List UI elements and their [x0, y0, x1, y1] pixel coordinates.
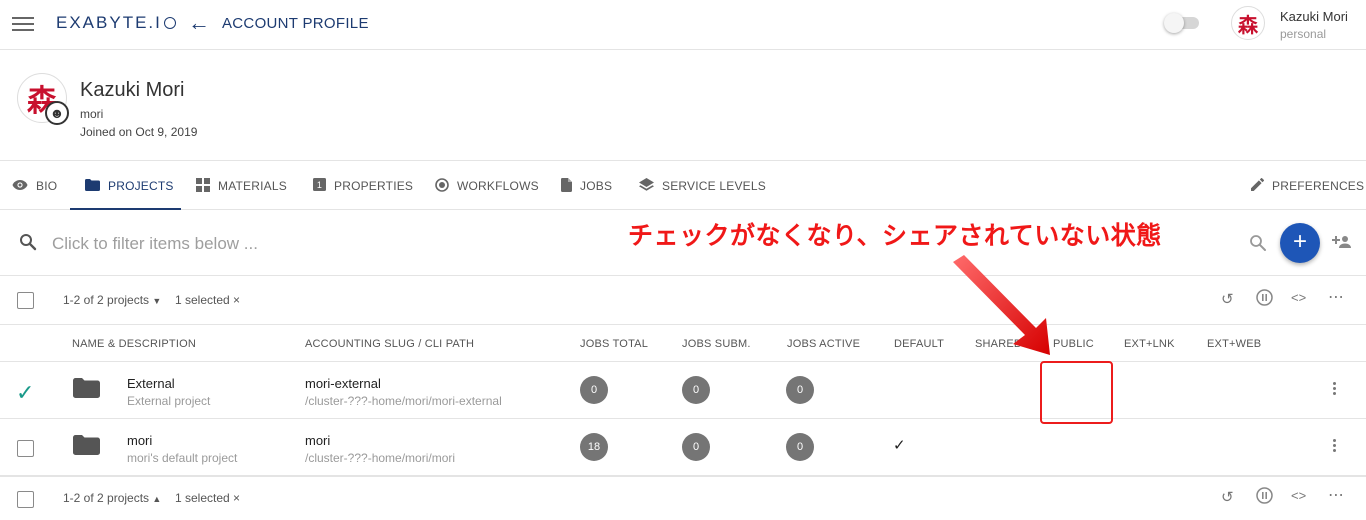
eye-icon	[12, 179, 28, 194]
theme-toggle[interactable]	[1164, 13, 1202, 33]
number-box-icon: 1	[313, 178, 326, 194]
jobs-subm-badge: 0	[682, 433, 710, 461]
tab-preferences[interactable]: PREFERENCES	[1251, 162, 1364, 210]
layers-icon	[639, 177, 654, 195]
user-avatar[interactable]: 森	[1231, 6, 1265, 40]
face-icon: ☻	[45, 101, 69, 125]
table-row[interactable]: mori mori's default project mori /cluste…	[0, 419, 1366, 476]
search-button-icon[interactable]	[1249, 234, 1267, 252]
project-slug: mori	[305, 433, 331, 448]
profile-name: Kazuki Mori	[80, 79, 185, 101]
col-ext-lnk[interactable]: EXT+LNK	[1124, 338, 1175, 350]
project-name[interactable]: External	[127, 376, 175, 391]
tab-jobs[interactable]: JOBS	[561, 162, 612, 210]
refresh-icon[interactable]: ↺	[1221, 290, 1234, 308]
tab-bio[interactable]: BIO	[12, 162, 57, 210]
back-arrow-icon[interactable]: ←	[188, 10, 210, 36]
add-project-button[interactable]: +	[1280, 223, 1320, 263]
col-ext-web[interactable]: EXT+WEB	[1207, 338, 1261, 350]
active-tab-indicator	[70, 208, 181, 210]
caret-up-icon: ▲	[152, 494, 162, 504]
more-horizontal-icon[interactable]: ⋯	[1328, 287, 1344, 307]
row-more-icon[interactable]	[1328, 380, 1340, 402]
search-icon	[20, 234, 37, 251]
menu-icon[interactable]	[12, 14, 34, 34]
jobs-active-badge: 0	[786, 376, 814, 404]
selected-count[interactable]: 1 selected ×	[175, 491, 240, 505]
row-more-icon[interactable]	[1328, 437, 1340, 459]
top-app-bar: EXABYTE.I ← ACCOUNT PROFILE 森 Kazuki Mor…	[0, 0, 1366, 50]
file-icon	[561, 177, 572, 195]
col-jobs-subm[interactable]: JOBS SUBM.	[682, 338, 751, 350]
caret-down-icon: ▼	[152, 296, 162, 306]
code-icon[interactable]: <>	[1291, 290, 1306, 305]
col-shared[interactable]: SHARED	[975, 338, 1022, 350]
folder-icon	[73, 378, 100, 398]
pagination-range[interactable]: 1-2 of 2 projects ▼	[63, 293, 161, 307]
tab-service-levels[interactable]: SERVICE LEVELS	[639, 162, 766, 210]
select-all-checkbox[interactable]	[17, 491, 34, 508]
selected-count[interactable]: 1 selected ×	[175, 293, 240, 307]
table-row[interactable]: ✓ External External project mori-externa…	[0, 362, 1366, 419]
col-slug[interactable]: ACCOUNTING SLUG / CLI PATH	[305, 338, 474, 350]
refresh-icon[interactable]: ↺	[1221, 488, 1234, 506]
user-account-type: personal	[1280, 27, 1327, 41]
grid-icon	[196, 177, 210, 195]
jobs-subm-badge: 0	[682, 376, 710, 404]
jobs-total-badge: 0	[580, 376, 608, 404]
folder-icon	[85, 178, 100, 194]
app-logo[interactable]: EXABYTE.I	[56, 13, 176, 33]
pause-icon[interactable]	[1256, 289, 1273, 310]
tab-properties[interactable]: 1 PROPERTIES	[313, 162, 413, 210]
folder-icon	[73, 435, 100, 455]
tab-workflows[interactable]: WORKFLOWS	[435, 162, 539, 210]
profile-tabs: BIO PROJECTS MATERIALS 1 PROPERTIES WORK…	[0, 162, 1366, 210]
user-name[interactable]: Kazuki Mori	[1280, 9, 1348, 24]
default-check-icon: ✓	[893, 437, 906, 454]
svg-text:1: 1	[317, 180, 322, 190]
tab-materials[interactable]: MATERIALS	[196, 162, 287, 210]
logo-o-icon	[163, 17, 176, 29]
table-header: NAME & DESCRIPTION ACCOUNTING SLUG / CLI…	[0, 325, 1366, 362]
page-title: ACCOUNT PROFILE	[222, 15, 369, 32]
project-path: /cluster-???-home/mori/mori-external	[305, 394, 502, 408]
filter-input[interactable]	[52, 232, 552, 256]
pagination-range[interactable]: 1-2 of 2 projects ▲	[63, 491, 161, 505]
col-default[interactable]: DEFAULT	[894, 338, 944, 350]
project-name[interactable]: mori	[127, 433, 152, 448]
project-description: External project	[127, 394, 211, 408]
project-path: /cluster-???-home/mori/mori	[305, 451, 456, 465]
annotation-callout-text: チェックがなくなり、シェアされていない状態	[628, 221, 1162, 250]
more-horizontal-icon[interactable]: ⋯	[1328, 485, 1344, 505]
tab-projects[interactable]: PROJECTS	[85, 162, 174, 210]
pencil-icon	[1251, 177, 1265, 194]
profile-joined-date: Joined on Oct 9, 2019	[80, 125, 198, 139]
col-jobs-total[interactable]: JOBS TOTAL	[580, 338, 648, 350]
select-all-checkbox[interactable]	[17, 292, 34, 309]
row-selected-check-icon[interactable]: ✓	[16, 380, 34, 406]
jobs-active-badge: 0	[786, 433, 814, 461]
profile-header: 森 ☻ Kazuki Mori mori Joined on Oct 9, 20…	[0, 51, 1366, 161]
code-icon[interactable]: <>	[1291, 488, 1306, 503]
jobs-total-badge: 18	[580, 433, 608, 461]
pause-icon[interactable]	[1256, 487, 1273, 508]
share-users-icon[interactable]	[1330, 235, 1352, 252]
col-jobs-active[interactable]: JOBS ACTIVE	[787, 338, 860, 350]
project-description: mori's default project	[127, 451, 238, 465]
pagination-bar-top: 1-2 of 2 projects ▼ 1 selected × ↺ <> ⋯	[0, 277, 1366, 325]
profile-username: mori	[80, 107, 104, 121]
col-public[interactable]: PUBLIC	[1053, 338, 1094, 350]
annotation-highlight-box	[1040, 361, 1113, 424]
pagination-bar-bottom: 1-2 of 2 projects ▲ 1 selected × ↺ <> ⋯	[0, 476, 1366, 520]
col-name[interactable]: NAME & DESCRIPTION	[72, 338, 196, 350]
radio-icon	[435, 177, 449, 195]
project-slug: mori-external	[305, 376, 381, 391]
row-checkbox[interactable]	[17, 440, 34, 457]
